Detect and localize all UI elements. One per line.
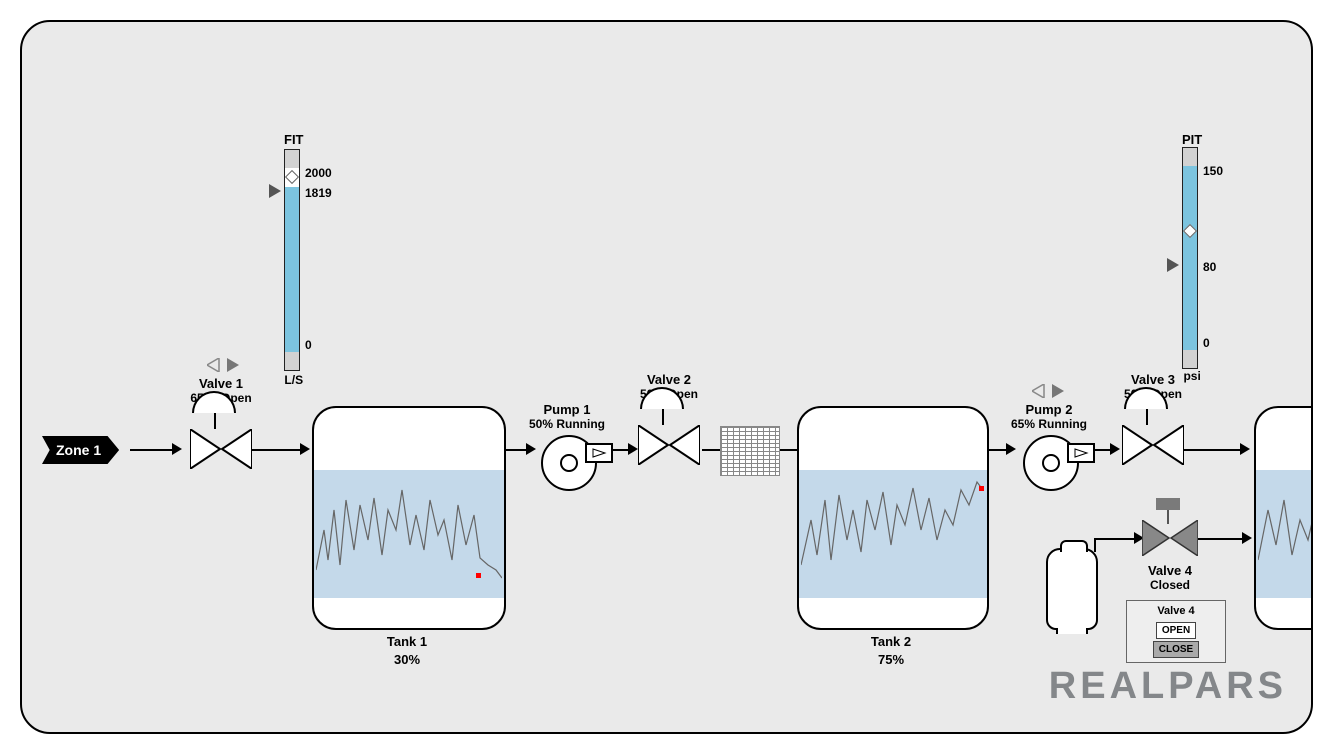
valve-1-name: Valve 1	[184, 376, 258, 391]
pump-2: Pump 2 65% Running	[1004, 402, 1094, 491]
valve-4-close-button[interactable]: CLOSE	[1153, 641, 1199, 658]
tank-2-sparkline	[801, 470, 985, 598]
fit-max: 2000	[305, 166, 332, 180]
tank-3-sparkline	[1258, 470, 1313, 598]
pit-value: 80	[1203, 260, 1216, 274]
aux-vessel	[1046, 548, 1098, 630]
pit-min: 0	[1203, 336, 1210, 350]
fit-title: FIT	[284, 132, 304, 147]
tank-2-level: 75%	[797, 652, 985, 667]
tank-3-partial	[1254, 406, 1313, 630]
pipe-segment	[1184, 449, 1244, 451]
valve-4-status: Closed	[1140, 578, 1200, 592]
pump-2-name: Pump 2	[1004, 402, 1094, 417]
fit-scale: FIT 2000 1819 0 L/S	[284, 132, 304, 387]
tank-1-name: Tank 1	[312, 634, 502, 649]
process-diagram-frame: Zone 1 FIT 2000 1819 0 L/S	[20, 20, 1313, 734]
valve-4-open-button[interactable]: OPEN	[1156, 622, 1196, 639]
valve-body-icon	[638, 425, 700, 465]
tank-2-name: Tank 2	[797, 634, 985, 649]
pipe-segment	[130, 449, 172, 451]
pipe-segment	[780, 449, 798, 451]
arrowhead-icon	[1242, 532, 1252, 544]
arrowhead-icon	[172, 443, 182, 455]
valve-body-icon	[190, 429, 252, 469]
pipe-segment	[252, 449, 302, 451]
chevron-right-icon	[225, 358, 239, 372]
pump-1-status: 50% Running	[522, 417, 612, 431]
valve-4-control-panel: Valve 4 OPEN CLOSE	[1126, 600, 1226, 663]
valve-4-panel-title: Valve 4	[1131, 605, 1221, 617]
valve-2: Valve 2 50% Open	[632, 372, 706, 470]
pit-scale: PIT 150 80 0 psi	[1182, 132, 1202, 383]
zone-tag: Zone 1	[42, 436, 119, 464]
arrowhead-icon	[300, 443, 310, 455]
pump-2-status: 65% Running	[1004, 417, 1094, 431]
nav-indicator-2	[1032, 384, 1064, 403]
tank-1	[312, 406, 506, 630]
valve-4: Valve 4 Closed	[1140, 500, 1200, 592]
chevron-right-icon	[1050, 384, 1064, 398]
pit-pointer-icon	[1167, 258, 1179, 272]
fit-pointer-icon	[269, 184, 281, 198]
pit-title: PIT	[1182, 132, 1202, 147]
valve-3: Valve 3 50% Open	[1116, 372, 1190, 470]
pit-unit: psi	[1182, 369, 1202, 383]
pipe-segment	[1094, 538, 1136, 540]
tank-1-level: 30%	[312, 652, 502, 667]
pipe-segment	[1194, 538, 1246, 540]
arrowhead-icon	[1240, 443, 1250, 455]
brand-logo: REALPARS	[1049, 665, 1287, 708]
valve-4-name: Valve 4	[1140, 563, 1200, 578]
fit-unit: L/S	[284, 373, 304, 387]
pump-1-name: Pump 1	[522, 402, 612, 417]
chevron-left-icon	[207, 358, 221, 372]
tank-1-sparkline	[316, 470, 502, 598]
fit-value: 1819	[305, 186, 332, 200]
chevron-left-icon	[1032, 384, 1046, 398]
tank-2	[797, 406, 989, 630]
valve-1: Valve 1 65 % Open	[184, 376, 258, 474]
filter-grid-icon	[720, 426, 780, 476]
valve-2-name: Valve 2	[632, 372, 706, 387]
pump-1: Pump 1 50% Running	[522, 402, 612, 491]
pump-outlet-icon	[585, 443, 613, 463]
zone-label: Zone 1	[56, 442, 101, 458]
valve-3-name: Valve 3	[1116, 372, 1190, 387]
fit-min: 0	[305, 338, 312, 352]
valve-body-icon	[1122, 425, 1184, 465]
pit-max: 150	[1203, 164, 1223, 178]
valve-body-icon	[1142, 520, 1198, 556]
nav-indicator	[207, 358, 239, 377]
